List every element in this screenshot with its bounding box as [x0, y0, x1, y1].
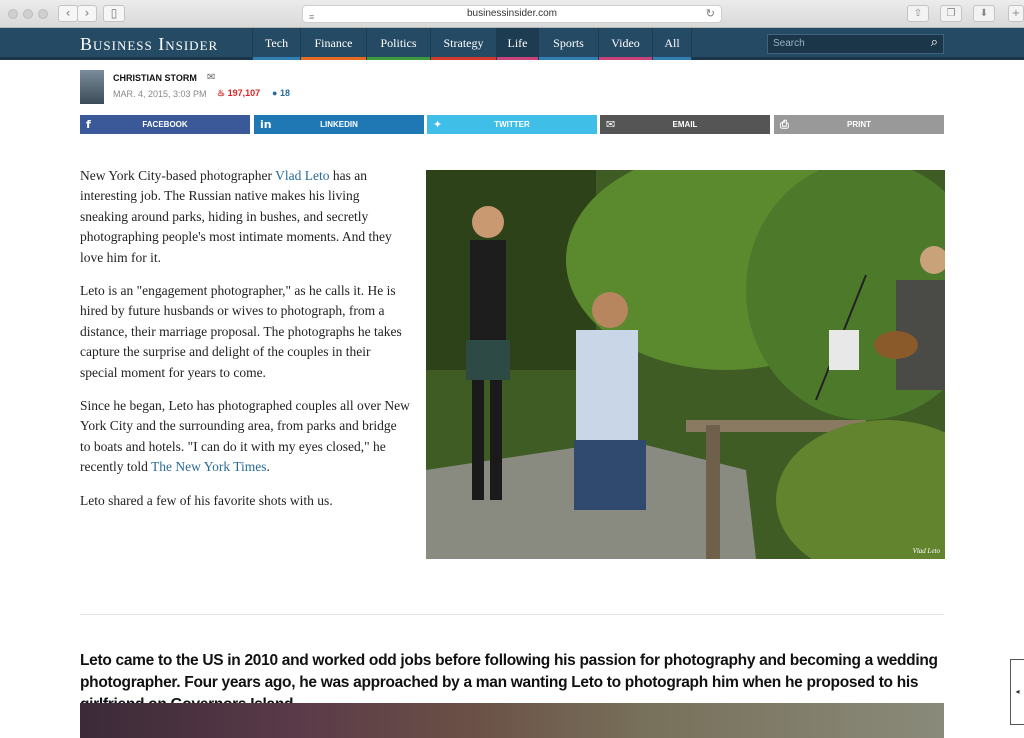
- print-icon: ⎙: [780, 118, 789, 131]
- flame-icon: ♨: [217, 88, 228, 98]
- nav-life[interactable]: Life: [496, 28, 538, 60]
- man-head: [592, 292, 628, 328]
- address-bar[interactable]: ≡ businessinsider.com ↻: [302, 5, 722, 23]
- email-icon: ✉: [606, 118, 616, 131]
- site-header: Business Insider Tech Finance Politics S…: [0, 28, 1024, 60]
- main-nav: Tech Finance Politics Strategy Life Spor…: [252, 28, 692, 60]
- paragraph-3-end: .: [266, 459, 270, 475]
- zoom-window-button[interactable]: [38, 9, 48, 19]
- share-facebook-button[interactable]: f FACEBOOK: [80, 115, 250, 134]
- share-twitter-label: TWITTER: [494, 120, 530, 129]
- nav-sports-underline: [539, 57, 598, 60]
- paragraph-1-start: New York City-based photographer: [80, 168, 276, 183]
- new-tab-icon[interactable]: +: [1008, 5, 1024, 22]
- chevron-left-icon[interactable]: ‹: [58, 5, 78, 22]
- nav-strategy[interactable]: Strategy: [430, 28, 496, 60]
- second-photo: [80, 703, 944, 738]
- paragraph-2: Leto is an "engagement photographer," as…: [80, 283, 402, 380]
- nav-all-underline: [653, 57, 691, 60]
- woman-leg-right: [490, 380, 502, 500]
- guitar: [874, 331, 918, 359]
- share-email-label: EMAIL: [672, 120, 698, 129]
- share-linkedin-button[interactable]: in LINKEDIN: [254, 115, 424, 134]
- twitter-icon: ✦: [433, 118, 443, 131]
- views-value: 197,107: [227, 88, 261, 98]
- nav-video-underline: [599, 57, 652, 60]
- music-sheet: [829, 330, 859, 370]
- search-icon[interactable]: ⌕: [931, 34, 938, 52]
- paragraph-1: New York City-based photographer Vlad Le…: [80, 166, 410, 268]
- section-divider: [80, 614, 944, 615]
- url-text: businessinsider.com: [466, 8, 558, 19]
- comments-count[interactable]: ● 18: [272, 88, 290, 98]
- article-body: New York City-based photographer Vlad Le…: [80, 166, 410, 524]
- photographer-link[interactable]: Vlad Leto: [275, 168, 329, 183]
- nav-all[interactable]: All: [652, 28, 692, 60]
- share-icon[interactable]: ⇧: [907, 5, 929, 22]
- proposal-photo: Vlad Leto: [426, 170, 945, 559]
- nav-sports[interactable]: Sports: [538, 28, 598, 60]
- share-print-label: PRINT: [847, 120, 871, 129]
- email-author-icon[interactable]: ✉: [207, 72, 215, 83]
- site-logo[interactable]: Business Insider: [80, 34, 218, 55]
- nav-finance[interactable]: Finance: [300, 28, 366, 60]
- nav-video[interactable]: Video: [598, 28, 652, 60]
- minimize-window-button[interactable]: [23, 9, 33, 19]
- search-placeholder: Search: [773, 38, 805, 49]
- author-avatar[interactable]: [80, 70, 104, 104]
- linkedin-icon: in: [260, 118, 272, 131]
- paragraph-3: Since he began, Leto has photographed co…: [80, 396, 410, 478]
- paragraph-4: Leto shared a few of his favorite shots …: [80, 492, 333, 508]
- woman-skirt: [466, 340, 510, 380]
- share-facebook-label: FACEBOOK: [142, 120, 188, 129]
- man-jeans: [574, 440, 646, 510]
- woman-body: [470, 240, 506, 350]
- side-panel-toggle[interactable]: ◂: [1010, 659, 1024, 725]
- publish-date: MAR. 4, 2015, 3:03 PM: [113, 89, 207, 99]
- views-count: ♨ 197,107: [217, 88, 260, 99]
- nav-tech[interactable]: Tech: [252, 28, 300, 60]
- proposal-photo-illustration: [426, 170, 945, 559]
- facebook-icon: f: [86, 118, 91, 131]
- browser-toolbar: ‹ › ▯ ≡ businessinsider.com ↻ ⇧ ❐ ⬇ +: [0, 0, 1024, 28]
- close-window-button[interactable]: [8, 9, 18, 19]
- download-icon[interactable]: ⬇: [973, 5, 995, 22]
- nav-politics-underline: [367, 57, 430, 60]
- comment-icon: ●: [272, 88, 280, 98]
- woman-head: [472, 206, 504, 238]
- sidebar-icon[interactable]: ▯: [103, 5, 125, 22]
- share-twitter-button[interactable]: ✦ TWITTER: [427, 115, 597, 134]
- nav-strategy-underline: [431, 57, 496, 60]
- nav-finance-underline: [301, 57, 366, 60]
- tabs-icon[interactable]: ❐: [940, 5, 962, 22]
- nav-tech-underline: [253, 57, 300, 60]
- share-email-button[interactable]: ✉ EMAIL: [600, 115, 770, 134]
- author-name[interactable]: CHRISTIAN STORM: [113, 73, 197, 83]
- nav-life-underline: [497, 57, 538, 60]
- nav-politics[interactable]: Politics: [366, 28, 430, 60]
- chevron-right-icon[interactable]: ›: [77, 5, 97, 22]
- wooden-post: [706, 425, 720, 559]
- nytimes-link[interactable]: The New York Times: [151, 459, 267, 474]
- comments-value: 18: [279, 88, 290, 98]
- share-linkedin-label: LINKEDIN: [320, 120, 358, 129]
- woman-leg-left: [472, 380, 484, 500]
- reader-icon[interactable]: ≡: [309, 9, 314, 25]
- man-shirt: [576, 330, 638, 450]
- share-print-button[interactable]: ⎙ PRINT: [774, 115, 944, 134]
- search-input[interactable]: Search ⌕: [767, 34, 944, 54]
- photo-credit: Vlad Leto: [912, 547, 940, 555]
- reload-icon[interactable]: ↻: [706, 6, 715, 22]
